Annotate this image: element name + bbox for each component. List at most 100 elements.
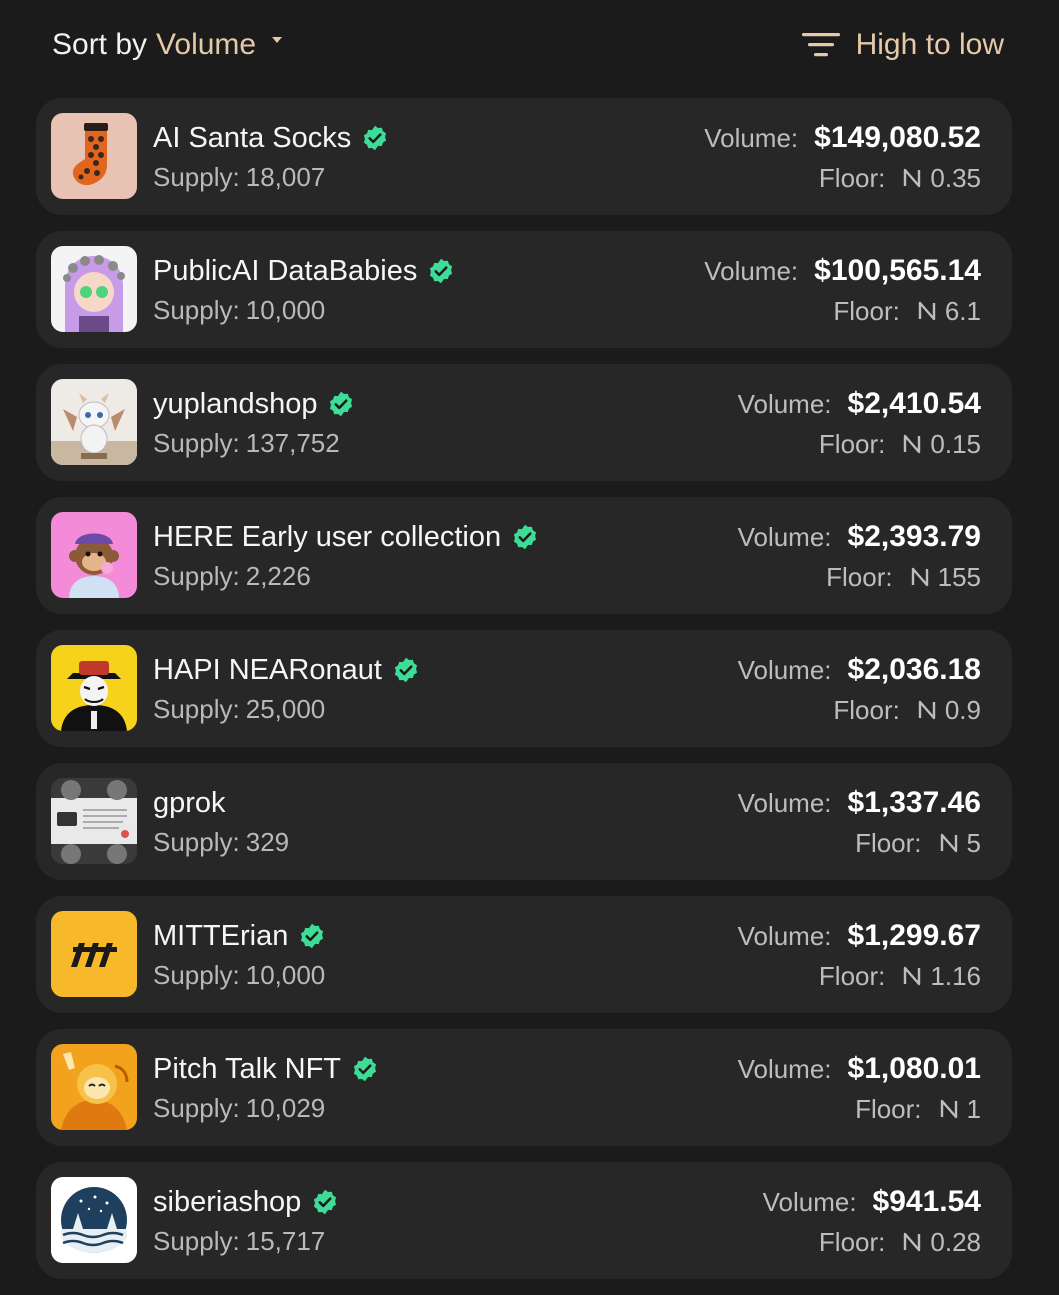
supply-label: Supply:: [153, 428, 240, 458]
floor-label: Floor:: [826, 561, 893, 592]
near-token-icon: [940, 833, 957, 853]
supply-value: 15,717: [245, 1226, 326, 1256]
supply-value: 18,007: [245, 162, 326, 192]
supply-value: 329: [245, 827, 290, 857]
near-token-icon: [904, 1232, 921, 1252]
near-token-icon: [904, 168, 921, 188]
near-token-icon: [918, 301, 936, 321]
volume-label: Volume:: [737, 521, 832, 552]
supply-label: Supply:: [153, 827, 240, 857]
floor-label: Floor:: [818, 428, 886, 459]
collection-row[interactable]: yuplandshop Supply: 137,752 Volume: $2,41…: [36, 364, 1012, 481]
volume-label: Volume:: [737, 1053, 832, 1084]
near-token-icon: [940, 1099, 957, 1119]
near-token-icon: [904, 434, 921, 454]
floor-value: 1.16: [930, 960, 981, 991]
volume-value: $2,036.18: [847, 653, 981, 686]
collection-name: MITTErian: [153, 919, 289, 952]
floor-value: 0.35: [930, 162, 981, 193]
supply-label: Supply:: [153, 694, 240, 724]
verified-badge-icon: [314, 1189, 337, 1215]
volume-value: $2,410.54: [847, 387, 981, 420]
collection-name: AI Santa Socks: [153, 121, 352, 154]
floor-label: Floor:: [818, 1226, 886, 1257]
near-token-icon: [911, 567, 928, 587]
supply-value: 10,000: [245, 960, 326, 990]
floor-value: 0.15: [930, 428, 981, 459]
supply-label: Supply:: [153, 162, 240, 192]
collection-name: PublicAI DataBabies: [153, 254, 418, 287]
collection-row[interactable]: AI Santa Socks Supply: 18,007 Volume: $14…: [36, 98, 1012, 215]
supply-value: 2,226: [245, 561, 311, 591]
sort-toolbar: Sort by Volume High to low: [0, 0, 1059, 90]
collection-row[interactable]: PublicAI DataBabies Supply: 10,000 Volume…: [36, 231, 1012, 348]
caret-down-icon: [272, 37, 283, 43]
collection-name: HERE Early user collection: [153, 520, 502, 553]
here-monkey-thumbnail: [51, 512, 137, 598]
volume-value: $2,393.79: [847, 520, 981, 553]
floor-value: 0.28: [930, 1226, 981, 1257]
gprok-banknote-thumbnail: [51, 778, 137, 864]
collection-name: siberiashop: [153, 1185, 302, 1218]
volume-value: $941.54: [872, 1185, 981, 1218]
filter-lines-icon: [801, 33, 840, 57]
supply-value: 137,752: [245, 428, 340, 458]
volume-label: Volume:: [737, 920, 832, 951]
supply-label: Supply:: [153, 960, 240, 990]
supply-value: 10,000: [245, 295, 326, 325]
floor-value: 1: [966, 1093, 981, 1124]
collection-row[interactable]: Pitch Talk NFT Supply: 10,029 Volume: $1,…: [36, 1029, 1012, 1146]
verified-badge-icon: [364, 125, 387, 151]
collection-row[interactable]: gprok Supply: 329 Volume: $1,337.46 Floor…: [36, 763, 1012, 880]
pitch-talk-thumbnail: [51, 1044, 137, 1130]
sort-by-dropdown[interactable]: Sort by Volume: [52, 24, 283, 66]
verified-badge-icon: [330, 391, 353, 417]
supply-label: Supply:: [153, 1226, 240, 1256]
sort-by-label: Sort by: [52, 28, 148, 61]
near-token-icon: [918, 700, 936, 720]
santa-socks-thumbnail: [51, 113, 137, 199]
verified-badge-icon: [301, 923, 324, 949]
volume-value: $149,080.52: [814, 121, 981, 154]
volume-value: $1,337.46: [847, 786, 981, 819]
volume-label: Volume:: [737, 787, 832, 818]
sort-order-label: High to low: [855, 28, 1004, 61]
collection-name: Pitch Talk NFT: [153, 1052, 342, 1085]
floor-label: Floor:: [833, 694, 900, 725]
verified-badge-icon: [353, 1056, 377, 1082]
yupland-dragon-thumbnail: [51, 379, 137, 465]
volume-label: Volume:: [737, 654, 832, 685]
sort-order-toggle[interactable]: High to low: [801, 24, 1004, 66]
supply-label: Supply:: [153, 1093, 240, 1123]
datababies-thumbnail: [51, 246, 137, 332]
supply-label: Supply:: [153, 295, 240, 325]
volume-label: Volume:: [737, 388, 832, 419]
collection-row[interactable]: HERE Early user collection Supply: 2,226 …: [36, 497, 1012, 614]
floor-label: Floor:: [833, 295, 900, 326]
collection-name: HAPI NEARonaut: [153, 653, 382, 686]
siberia-logo-thumbnail: [51, 1177, 137, 1263]
volume-value: $100,565.14: [814, 254, 981, 287]
collection-row[interactable]: HAPI NEARonaut Supply: 25,000 Volume: $2,…: [36, 630, 1012, 747]
floor-label: Floor:: [855, 827, 922, 858]
mitterian-logo-thumbnail: [51, 911, 137, 997]
near-token-icon: [904, 966, 921, 986]
hapi-nearonaut-thumbnail: [51, 645, 137, 731]
floor-value: 5: [966, 827, 981, 858]
volume-label: Volume:: [762, 1186, 857, 1217]
supply-value: 10,029: [245, 1093, 326, 1123]
volume-label: Volume:: [704, 122, 799, 153]
verified-badge-icon: [394, 657, 417, 683]
floor-label: Floor:: [855, 1093, 922, 1124]
verified-badge-icon: [430, 258, 453, 284]
floor-value: 155: [937, 561, 981, 592]
collection-list: AI Santa Socks Supply: 18,007 Volume: $14…: [36, 98, 1012, 1295]
volume-value: $1,299.67: [847, 919, 981, 952]
collection-row[interactable]: siberiashop Supply: 15,717 Volume: $941.5…: [36, 1162, 1012, 1279]
supply-label: Supply:: [153, 561, 240, 591]
floor-value: 0.9: [944, 694, 981, 725]
floor-label: Floor:: [818, 960, 886, 991]
collection-row[interactable]: MITTErian Supply: 10,000 Volume: $1,299.6…: [36, 896, 1012, 1013]
volume-label: Volume:: [704, 255, 799, 286]
verified-badge-icon: [514, 524, 537, 550]
